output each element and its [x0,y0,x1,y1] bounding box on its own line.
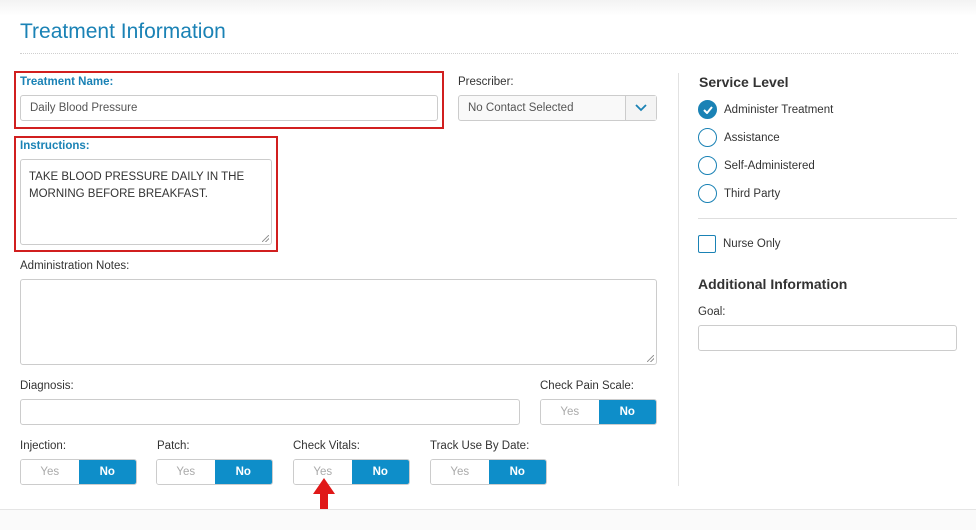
patch-label: Patch: [157,440,190,452]
administration-notes-textarea[interactable] [20,279,657,365]
radio-label: Assistance [724,131,780,144]
patch-toggle: Yes No [156,459,273,485]
check-vitals-toggle: Yes No [293,459,410,485]
additional-information-heading: Additional Information [698,276,848,292]
check-pain-scale-toggle: Yes No [540,399,657,425]
radio-label: Self-Administered [724,159,815,172]
chevron-down-icon [635,104,647,112]
radio-unchecked-icon[interactable] [698,184,717,203]
resize-grip-icon[interactable] [262,235,269,242]
treatment-name-input[interactable]: Daily Blood Pressure [20,95,438,121]
instructions-value: TAKE BLOOD PRESSURE DAILY IN THE MORNING… [29,171,245,200]
prescriber-select[interactable]: No Contact Selected [458,95,657,121]
check-pain-scale-no[interactable]: No [598,400,656,424]
treatment-name-value: Daily Blood Pressure [30,102,138,114]
title-divider [20,53,958,54]
prescriber-label: Prescriber: [458,76,514,88]
prescriber-dropdown-button[interactable] [625,96,656,120]
radio-unchecked-icon[interactable] [698,156,717,175]
check-vitals-label: Check Vitals: [293,440,360,452]
check-pain-scale-label: Check Pain Scale: [540,380,634,392]
patch-yes[interactable]: Yes [157,460,215,484]
track-use-by-date-label: Track Use By Date: [430,440,530,452]
service-level-divider [698,218,957,219]
goal-input[interactable] [698,325,957,351]
track-use-by-date-no[interactable]: No [488,460,546,484]
prescriber-value: No Contact Selected [468,102,574,114]
diagnosis-input[interactable] [20,399,520,425]
radio-label: Administer Treatment [724,103,834,116]
nurse-only-checkbox[interactable] [698,234,716,253]
checkmark-icon [702,105,713,114]
injection-label: Injection: [20,440,67,452]
page-title: Treatment Information [20,20,226,43]
service-level-heading: Service Level [699,74,789,90]
check-pain-scale-yes[interactable]: Yes [541,400,599,424]
patch-no[interactable]: No [214,460,272,484]
administration-notes-label: Administration Notes: [20,260,130,272]
goal-label: Goal: [698,306,726,318]
radio-self-administered[interactable]: Self-Administered [698,156,815,175]
instructions-label: Instructions: [20,140,90,152]
radio-third-party[interactable]: Third Party [698,184,780,203]
injection-no[interactable]: No [78,460,136,484]
diagnosis-label: Diagnosis: [20,380,74,392]
radio-label: Third Party [724,187,781,200]
nurse-only-checkbox-row[interactable]: Nurse Only [698,234,781,253]
check-vitals-no[interactable]: No [351,460,409,484]
injection-toggle: Yes No [20,459,137,485]
radio-unchecked-icon[interactable] [698,128,717,147]
top-shade [0,0,976,16]
radio-administer-treatment[interactable]: Administer Treatment [698,100,833,119]
nurse-only-label: Nurse Only [723,237,781,250]
radio-checked-icon[interactable] [698,100,717,119]
track-use-by-date-toggle: Yes No [430,459,547,485]
injection-yes[interactable]: Yes [21,460,79,484]
radio-assistance[interactable]: Assistance [698,128,780,147]
track-use-by-date-yes[interactable]: Yes [431,460,489,484]
treatment-name-label: Treatment Name: [20,76,114,88]
footer-bar [0,509,976,530]
resize-grip-icon[interactable] [647,355,654,362]
instructions-textarea[interactable]: TAKE BLOOD PRESSURE DAILY IN THE MORNING… [20,159,272,245]
column-divider [678,73,679,486]
